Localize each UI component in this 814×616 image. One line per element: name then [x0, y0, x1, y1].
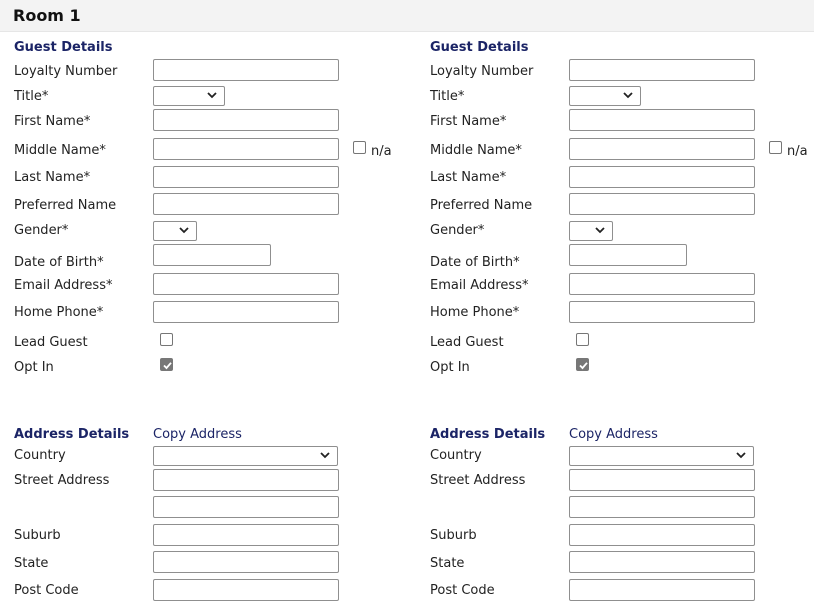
title-select[interactable] [569, 86, 641, 106]
country-select[interactable] [153, 446, 338, 466]
lead-guest-label: Lead Guest [430, 335, 504, 350]
street-address-line1-input[interactable] [569, 469, 755, 491]
checkmark-icon [579, 362, 588, 370]
guest-column-1: Guest Details Loyalty Number Title* Firs… [14, 0, 414, 616]
state-input[interactable] [569, 551, 755, 573]
guest-column-2: Guest Details Loyalty Number Title* Firs… [430, 0, 814, 616]
suburb-label: Suburb [430, 528, 477, 543]
opt-in-checkbox[interactable] [576, 358, 589, 371]
last-name-input[interactable] [569, 166, 755, 188]
state-label: State [14, 556, 49, 571]
loyalty-number-input[interactable] [569, 59, 755, 81]
email-address-input[interactable] [569, 273, 755, 295]
state-label: State [430, 556, 465, 571]
middle-name-na-checkbox[interactable] [353, 141, 366, 154]
street-address-label: Street Address [430, 473, 526, 488]
chevron-down-icon [595, 227, 605, 234]
address-details-title: Address Details [430, 427, 546, 442]
lead-guest-label: Lead Guest [14, 335, 88, 350]
email-address-input[interactable] [153, 273, 339, 295]
chevron-down-icon [207, 92, 217, 99]
first-name-label: First Name* [14, 114, 91, 129]
address-details-title: Address Details [14, 427, 130, 442]
email-address-label: Email Address* [430, 278, 529, 293]
preferred-name-label: Preferred Name [14, 198, 117, 213]
country-label: Country [430, 448, 482, 463]
opt-in-label: Opt In [14, 360, 54, 375]
suburb-label: Suburb [14, 528, 61, 543]
middle-name-input[interactable] [153, 138, 339, 160]
copy-address-link[interactable]: Copy Address [569, 427, 658, 442]
street-address-line2-input[interactable] [569, 496, 755, 518]
country-label: Country [14, 448, 66, 463]
chevron-down-icon [736, 452, 746, 459]
opt-in-label: Opt In [430, 360, 470, 375]
gender-select[interactable] [153, 221, 197, 241]
last-name-label: Last Name* [14, 170, 91, 185]
preferred-name-input[interactable] [153, 193, 339, 215]
date-of-birth-label: Date of Birth* [430, 255, 520, 270]
guest-details-title: Guest Details [430, 40, 529, 55]
street-address-line1-input[interactable] [153, 469, 339, 491]
country-select[interactable] [569, 446, 754, 466]
preferred-name-label: Preferred Name [430, 198, 533, 213]
home-phone-label: Home Phone* [430, 305, 520, 320]
preferred-name-input[interactable] [569, 193, 755, 215]
home-phone-input[interactable] [153, 301, 339, 323]
title-label: Title* [430, 89, 465, 104]
date-of-birth-input[interactable] [569, 244, 687, 266]
last-name-input[interactable] [153, 166, 339, 188]
gender-label: Gender* [14, 223, 69, 238]
loyalty-number-label: Loyalty Number [430, 64, 534, 79]
middle-name-na-label: n/a [371, 144, 392, 159]
gender-select[interactable] [569, 221, 613, 241]
post-code-input[interactable] [569, 579, 755, 601]
first-name-input[interactable] [569, 109, 755, 131]
suburb-input[interactable] [569, 524, 755, 546]
title-select[interactable] [153, 86, 225, 106]
chevron-down-icon [623, 92, 633, 99]
suburb-input[interactable] [153, 524, 339, 546]
date-of-birth-label: Date of Birth* [14, 255, 104, 270]
lead-guest-checkbox[interactable] [160, 333, 173, 346]
chevron-down-icon [179, 227, 189, 234]
last-name-label: Last Name* [430, 170, 507, 185]
middle-name-label: Middle Name* [430, 143, 522, 158]
loyalty-number-input[interactable] [153, 59, 339, 81]
home-phone-input[interactable] [569, 301, 755, 323]
loyalty-number-label: Loyalty Number [14, 64, 118, 79]
post-code-label: Post Code [14, 583, 79, 598]
title-label: Title* [14, 89, 49, 104]
guest-details-title: Guest Details [14, 40, 113, 55]
street-address-label: Street Address [14, 473, 110, 488]
middle-name-na-label: n/a [787, 144, 808, 159]
gender-label: Gender* [430, 223, 485, 238]
copy-address-link[interactable]: Copy Address [153, 427, 242, 442]
state-input[interactable] [153, 551, 339, 573]
middle-name-label: Middle Name* [14, 143, 106, 158]
date-of-birth-input[interactable] [153, 244, 271, 266]
post-code-label: Post Code [430, 583, 495, 598]
first-name-label: First Name* [430, 114, 507, 129]
email-address-label: Email Address* [14, 278, 113, 293]
middle-name-input[interactable] [569, 138, 755, 160]
street-address-line2-input[interactable] [153, 496, 339, 518]
middle-name-na-checkbox[interactable] [769, 141, 782, 154]
post-code-input[interactable] [153, 579, 339, 601]
chevron-down-icon [320, 452, 330, 459]
home-phone-label: Home Phone* [14, 305, 104, 320]
opt-in-checkbox[interactable] [160, 358, 173, 371]
lead-guest-checkbox[interactable] [576, 333, 589, 346]
first-name-input[interactable] [153, 109, 339, 131]
checkmark-icon [163, 362, 172, 370]
